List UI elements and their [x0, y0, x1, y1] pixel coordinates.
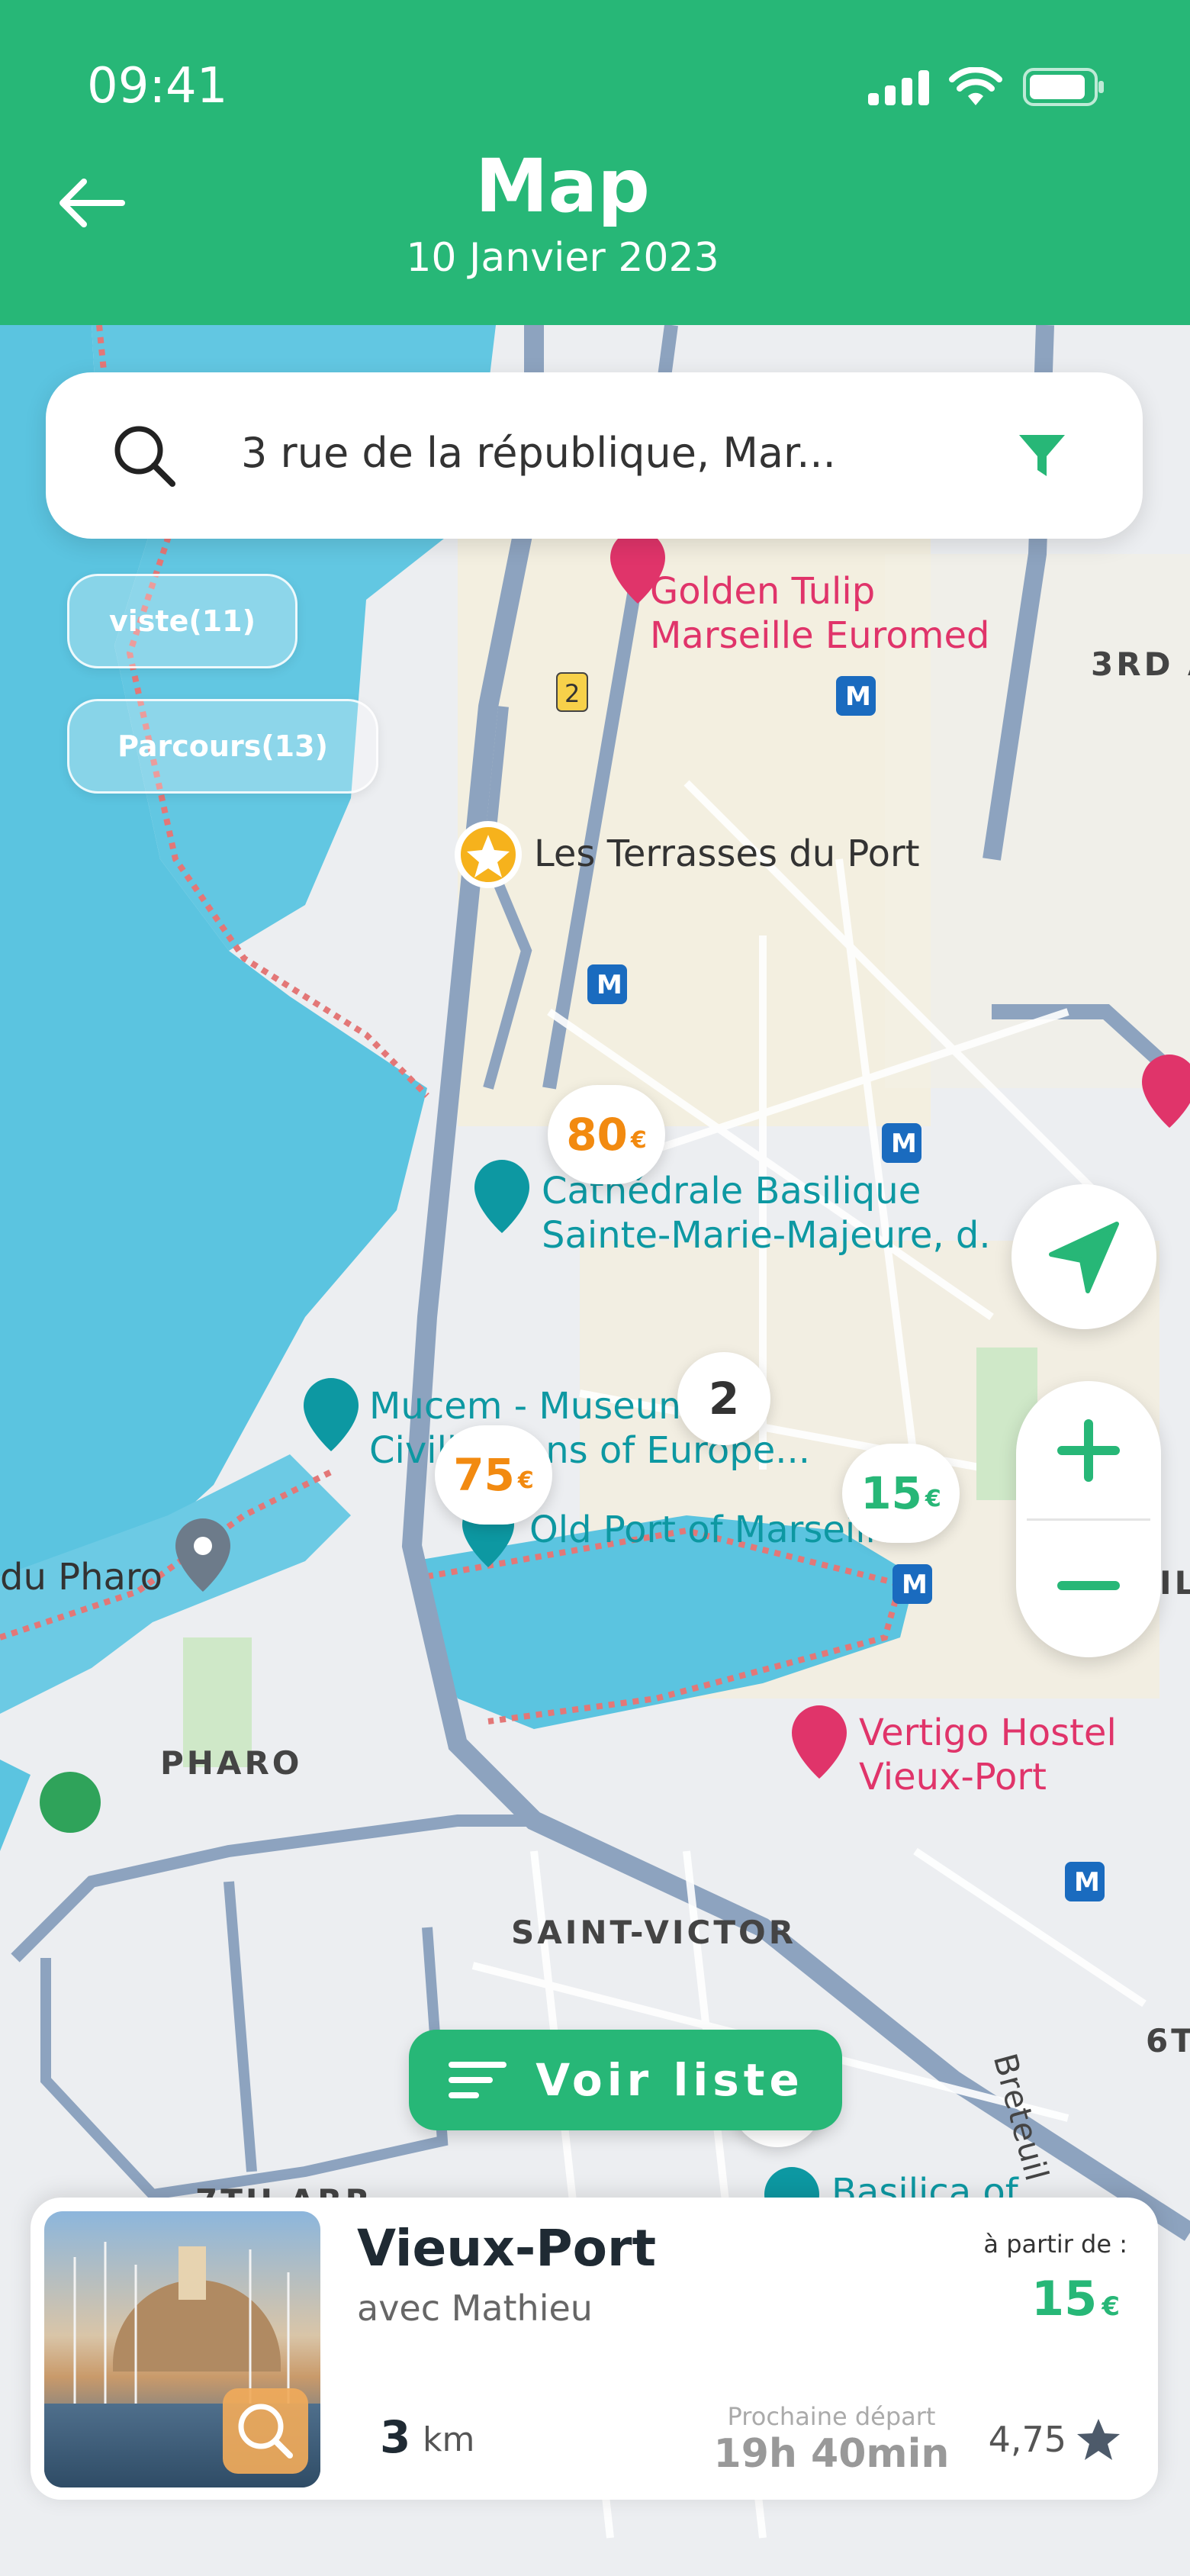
area-label: PHARO [160, 1744, 303, 1782]
search-icon [114, 426, 175, 487]
navigation-arrow-icon [1049, 1222, 1119, 1293]
area-label: SAINT-VICTOR [511, 1914, 797, 1951]
zoom-out-icon[interactable] [1016, 1520, 1161, 1657]
price-value: 75 [453, 1449, 515, 1501]
poi-golden-tulip[interactable]: Golden Tulip Marseille Euromed [650, 569, 989, 658]
chip-label: viste(11) [109, 604, 256, 638]
svg-text:M: M [902, 1570, 928, 1600]
next-departure-value: 19h 40min [713, 2431, 950, 2477]
tour-title: Vieux-Port [357, 2219, 657, 2278]
cellular-signal-icon [868, 69, 929, 105]
poi-les-terrasses[interactable]: Les Terrasses du Port [534, 832, 920, 876]
status-time: 09:41 [87, 58, 228, 114]
list-icon [449, 2062, 507, 2098]
zoom-in-icon[interactable] [1016, 1381, 1161, 1518]
chip-visite[interactable]: viste(11) [67, 574, 298, 668]
poi-pharo[interactable]: du Pharo [0, 1555, 162, 1599]
tour-price: 15 € [1031, 2271, 1120, 2326]
search-input[interactable]: 3 rue de la république, Mar... [241, 429, 836, 477]
price-value: 15 [860, 1467, 922, 1519]
filter-icon[interactable] [1016, 430, 1068, 482]
cluster-marker[interactable]: 2 [677, 1352, 770, 1445]
tour-price-currency: € [1102, 2291, 1120, 2322]
poi-vertigo-hostel[interactable]: Vertigo Hostel Vieux-Port [859, 1711, 1117, 1799]
poi-old-port[interactable]: Old Port of Marseille [529, 1508, 898, 1552]
list-view-button[interactable]: Voir liste [409, 2030, 842, 2130]
locate-me-button[interactable] [1011, 1184, 1156, 1329]
svg-text:M: M [1074, 1867, 1100, 1898]
page-date: 10 Janvier 2023 [406, 235, 719, 281]
svg-text:2: 2 [564, 679, 580, 708]
svg-text:M: M [891, 1129, 917, 1159]
image-zoom-button[interactable] [223, 2388, 308, 2474]
zoom-control [1016, 1381, 1161, 1657]
next-departure-label: Prochaine départ [727, 2402, 936, 2431]
tour-card[interactable]: Vieux-Port avec Mathieu à partir de : 15… [31, 2198, 1158, 2500]
svg-text:M: M [597, 970, 622, 1000]
tour-price-value: 15 [1031, 2271, 1098, 2326]
app-header: 09:41 Map 10 Janvier 2023 [0, 0, 1190, 325]
poi-label: Old Port of Marseille [529, 1509, 899, 1551]
area-label: IL [1159, 1564, 1190, 1602]
poi-label: Vertigo Hostel Vieux-Port [859, 1711, 1117, 1798]
area-label: 6T [1146, 2022, 1190, 2059]
chip-parcours[interactable]: Parcours(13) [67, 699, 378, 794]
area-label: 3RD A [1091, 646, 1190, 683]
price-marker[interactable]: 80 € [548, 1085, 665, 1184]
price-marker[interactable]: 15 € [842, 1444, 960, 1543]
tour-guide: avec Mathieu [357, 2288, 593, 2329]
wifi-icon [949, 67, 1002, 105]
search-bar[interactable]: 3 rue de la république, Mar... [46, 372, 1143, 539]
page-title: Map [474, 143, 651, 229]
poi-label: Golden Tulip Marseille Euromed [650, 570, 990, 657]
chip-label: Parcours(13) [117, 729, 328, 763]
svg-text:M: M [845, 681, 871, 712]
rating-value: 4,75 [988, 2419, 1066, 2460]
list-view-label: Voir liste [536, 2054, 804, 2106]
battery-icon [1023, 68, 1104, 106]
star-icon [1077, 2419, 1120, 2460]
price-currency: € [925, 1485, 941, 1512]
tour-image[interactable] [44, 2211, 320, 2487]
distance-unit: km [423, 2420, 475, 2459]
search-icon [238, 2404, 293, 2458]
price-value: 80 [566, 1109, 628, 1161]
price-marker[interactable]: 75 € [435, 1425, 552, 1525]
price-from-label: à partir de : [983, 2230, 1127, 2259]
price-currency: € [517, 1467, 534, 1494]
poi-label: Les Terrasses du Port [534, 832, 920, 875]
status-icons [868, 67, 1106, 107]
price-currency: € [630, 1126, 647, 1154]
distance-value: 3 [380, 2411, 411, 2463]
poi-label: du Pharo [0, 1556, 162, 1599]
